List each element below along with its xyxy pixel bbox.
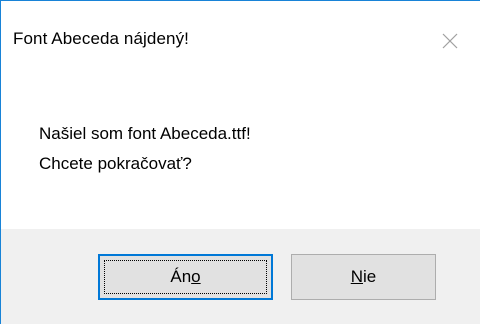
- close-icon: [442, 33, 458, 49]
- no-button[interactable]: Nie: [291, 254, 436, 300]
- window-title: Font Abeceda nájdený!: [13, 29, 190, 48]
- yes-button[interactable]: Áno: [98, 254, 273, 300]
- message-area: Našiel som font Abeceda.ttf! Chcete pokr…: [1, 61, 480, 229]
- button-bar: Áno Nie: [1, 229, 480, 324]
- message-line-2: Chcete pokračovať?: [39, 154, 192, 173]
- title-bar: Font Abeceda nájdený!: [1, 1, 480, 61]
- message-line-1: Našiel som font Abeceda.ttf!: [39, 124, 251, 143]
- close-button[interactable]: [420, 21, 480, 61]
- no-button-label: Nie: [350, 267, 377, 286]
- dialog-window: Font Abeceda nájdený! Našiel som font Ab…: [0, 0, 480, 324]
- yes-button-label: Áno: [170, 267, 201, 286]
